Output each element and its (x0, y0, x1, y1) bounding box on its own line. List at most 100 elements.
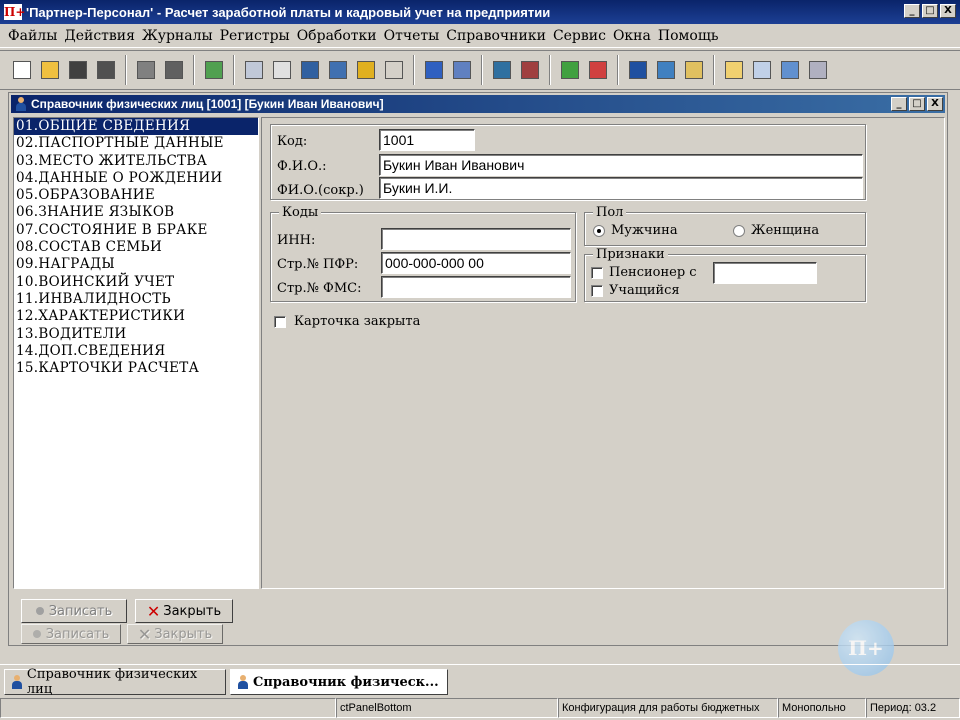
section-item[interactable]: 15.КАРТОЧКИ РАСЧЕТА (14, 360, 258, 377)
window-tabs: Справочник физических лиц Справочник физ… (0, 664, 960, 697)
identity-group: Код: 1001 Ф.И.О.: Букин Иван Иванович ФИ… (270, 124, 866, 200)
exit-icon[interactable] (202, 58, 226, 82)
menu-references[interactable]: Справочники (446, 28, 546, 44)
toolbar-separator (713, 55, 715, 85)
toolbar-separator (193, 55, 195, 85)
open-folder-icon[interactable] (38, 58, 62, 82)
male-radio[interactable] (593, 225, 605, 237)
student-label: Учащийся (609, 283, 680, 298)
transfer-icon[interactable] (558, 58, 582, 82)
fio-input[interactable]: Букин Иван Иванович (379, 154, 863, 176)
section-item[interactable]: 08.СОСТАВ СЕМЬИ (14, 239, 258, 256)
section-item[interactable]: 13.ВОДИТЕЛИ (14, 326, 258, 343)
calendar-icon[interactable] (270, 58, 294, 82)
section-item[interactable]: 14.ДОП.СВЕДЕНИЯ (14, 343, 258, 360)
status-panel-3: Конфигурация для работы бюджетных (558, 698, 778, 718)
section-item[interactable]: 02.ПАСПОРТНЫЕ ДАННЫЕ (14, 135, 258, 152)
fio-short-input[interactable]: Букин И.И. (379, 177, 863, 199)
app-logo-icon: П+ (4, 4, 26, 20)
menu-files[interactable]: Файлы (8, 28, 57, 44)
menu-windows[interactable]: Окна (613, 28, 651, 44)
signs-group: Признаки Пенсионер с Учащийся (584, 247, 866, 302)
section-item[interactable]: 07.СОСТОЯНИЕ В БРАКЕ (14, 222, 258, 239)
signs-group-title: Признаки (593, 247, 668, 262)
status-panel-2: ctPanelBottom (336, 698, 558, 718)
tab-person-directory-2[interactable]: Справочник физическ... (230, 669, 448, 695)
status-panel-1 (0, 698, 336, 718)
section-item[interactable]: 01.ОБЩИЕ СВЕДЕНИЯ (14, 118, 258, 136)
person-icon (15, 97, 27, 111)
menu-reports[interactable]: Отчеты (384, 28, 440, 44)
menu-processing[interactable]: Обработки (297, 28, 377, 44)
font-size-icon[interactable] (382, 58, 406, 82)
add-user-icon[interactable] (490, 58, 514, 82)
toolbar-separator (617, 55, 619, 85)
staff-icon[interactable] (778, 58, 802, 82)
person-icon[interactable] (626, 58, 650, 82)
child-window-title: Справочник физических лиц [1001] [Букин … (31, 97, 384, 111)
menu-actions[interactable]: Действия (64, 28, 135, 44)
section-item[interactable]: 04.ДАННЫЕ О РОЖДЕНИИ (14, 170, 258, 187)
preview-icon[interactable] (134, 58, 158, 82)
save-icon (32, 630, 41, 638)
section-item[interactable]: 03.МЕСТО ЖИТЕЛЬСТВА (14, 153, 258, 170)
calculator-icon[interactable] (242, 58, 266, 82)
user-card-icon[interactable] (450, 58, 474, 82)
section-item[interactable]: 05.ОБРАЗОВАНИЕ (14, 187, 258, 204)
menu-service[interactable]: Сервис (553, 28, 606, 44)
inn-input[interactable] (381, 228, 571, 250)
section-item[interactable]: 11.ИНВАЛИДНОСТЬ (14, 291, 258, 308)
status-panel-4: Монопольно (778, 698, 866, 718)
users-icon[interactable] (422, 58, 446, 82)
lock-icon[interactable] (354, 58, 378, 82)
maximize-button[interactable]: □ (922, 4, 938, 18)
child-maximize-button[interactable]: □ (909, 97, 925, 111)
status-panel-5: Период: 03.2 (866, 698, 960, 718)
save-button[interactable]: Записать (21, 599, 127, 623)
minimize-button[interactable]: _ (904, 4, 920, 18)
child-minimize-button[interactable]: _ (891, 97, 907, 111)
code-label: Код: (277, 134, 308, 149)
close-icon: ✕ (146, 601, 161, 621)
toolbar-separator (481, 55, 483, 85)
person-document-icon[interactable] (654, 58, 678, 82)
child-close-button[interactable]: X (927, 97, 943, 111)
female-label: Женщина (751, 223, 820, 238)
section-item[interactable]: 09.НАГРАДЫ (14, 256, 258, 273)
student-checkbox[interactable] (591, 285, 603, 297)
pensioner-checkbox[interactable] (591, 267, 603, 279)
close-button[interactable]: X (940, 4, 956, 18)
documents-icon[interactable] (722, 58, 746, 82)
gender-group-title: Пол (593, 205, 627, 220)
menu-journals[interactable]: Журналы (142, 28, 213, 44)
code-input[interactable]: 1001 (379, 129, 475, 151)
close-form-button[interactable]: ✕ Закрыть (135, 599, 233, 623)
grid-icon[interactable] (806, 58, 830, 82)
menu-bar: Файлы Действия Журналы Регистры Обработк… (0, 24, 960, 48)
sections-list: 01.ОБЩИЕ СВЕДЕНИЯ 02.ПАСПОРТНЫЕ ДАННЫЕ 0… (13, 117, 259, 589)
windows-icon[interactable] (326, 58, 350, 82)
section-item[interactable]: 10.ВОИНСКИЙ УЧЕТ (14, 274, 258, 291)
card-closed-checkbox[interactable] (274, 316, 286, 328)
pfr-input[interactable]: 000-000-000 00 (381, 252, 571, 274)
save-all-icon[interactable] (94, 58, 118, 82)
table-icon[interactable] (750, 58, 774, 82)
delete-entry-icon[interactable] (586, 58, 610, 82)
inn-label: ИНН: (277, 233, 316, 248)
fms-input[interactable] (381, 276, 571, 298)
section-item[interactable]: 06.ЗНАНИЕ ЯЗЫКОВ (14, 204, 258, 221)
monitor-icon[interactable] (298, 58, 322, 82)
tab-person-directory-1[interactable]: Справочник физических лиц (4, 667, 226, 697)
print-icon[interactable] (162, 58, 186, 82)
female-radio[interactable] (733, 225, 745, 237)
menu-help[interactable]: Помощь (658, 28, 719, 44)
save-icon[interactable] (66, 58, 90, 82)
section-item[interactable]: 12.ХАРАКТЕРИСТИКИ (14, 308, 258, 325)
new-document-icon[interactable] (10, 58, 34, 82)
save-icon (35, 607, 44, 615)
person-report-icon[interactable] (682, 58, 706, 82)
remove-user-icon[interactable] (518, 58, 542, 82)
background-close-button: ✕ Закрыть (127, 624, 223, 644)
pensioner-date-input[interactable] (713, 262, 817, 284)
menu-registers[interactable]: Регистры (220, 28, 290, 44)
